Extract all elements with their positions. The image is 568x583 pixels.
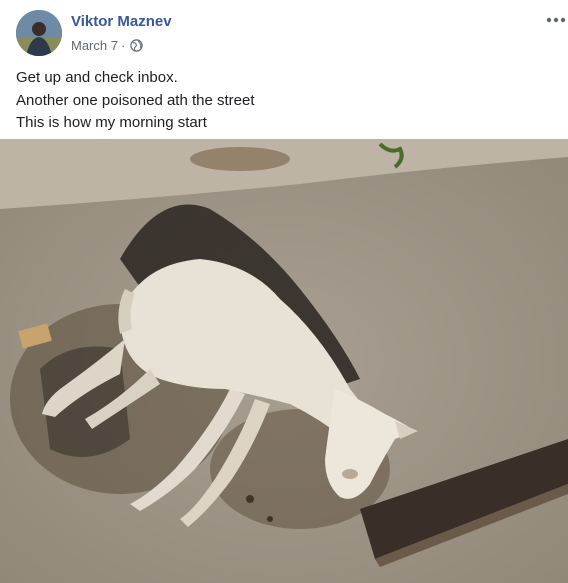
more-options-icon[interactable]: [544, 10, 568, 30]
post-text-line: Get up and check inbox.: [16, 69, 178, 86]
facebook-post: Viktor Maznev March 7 · Get up and check…: [0, 0, 568, 583]
post-header: Viktor Maznev March 7 ·: [16, 10, 568, 60]
post-text-line: This is how my morning start: [16, 114, 207, 131]
author-name[interactable]: Viktor Maznev: [71, 13, 172, 30]
post-date[interactable]: March 7: [71, 38, 118, 53]
avatar[interactable]: [16, 10, 62, 56]
globe-icon[interactable]: [130, 39, 144, 52]
meta-separator: ·: [120, 38, 126, 53]
post-text-line: Another one poisoned ath the street: [16, 91, 255, 109]
post-meta: March 7 ·: [71, 38, 144, 53]
post-text: Get up and check inbox. Another one pois…: [16, 67, 255, 135]
post-photo[interactable]: [0, 139, 568, 583]
